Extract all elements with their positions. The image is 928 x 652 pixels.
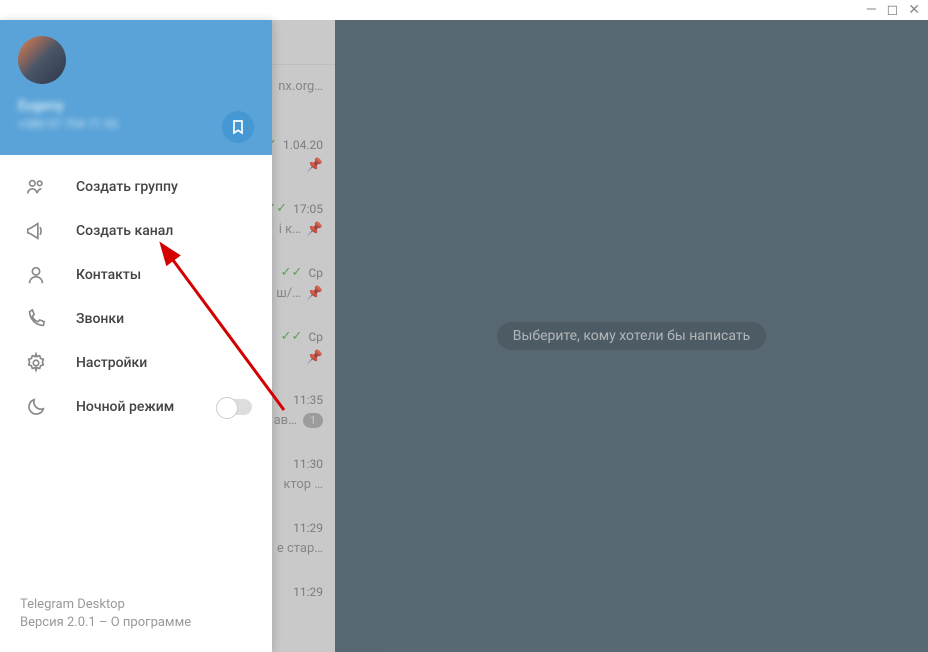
menu-label: Звонки <box>76 311 252 327</box>
menu-new-channel[interactable]: Создать канал <box>0 209 272 253</box>
menu-label: Контакты <box>76 267 252 283</box>
menu-label: Настройки <box>76 355 252 371</box>
maximize-button[interactable]: ◻ <box>887 2 899 18</box>
user-phone: +380 97 794 71 95 <box>18 117 254 131</box>
moon-icon <box>24 395 48 419</box>
menu-label: Ночной режим <box>76 399 218 415</box>
menu-settings[interactable]: Настройки <box>0 341 272 385</box>
version-text: Версия 2.0.1 – <box>20 615 111 630</box>
menu-new-group[interactable]: Создать группу <box>0 165 272 209</box>
saved-messages-button[interactable] <box>222 111 254 143</box>
close-button[interactable]: ✕ <box>908 2 920 18</box>
minimize-button[interactable]: — <box>866 2 877 18</box>
about-link[interactable]: О программе <box>111 615 191 630</box>
drawer-header: Eugeny +380 97 794 71 95 <box>0 20 272 155</box>
user-name: Eugeny <box>18 98 254 114</box>
night-mode-toggle[interactable] <box>218 399 252 415</box>
menu-night-mode[interactable]: Ночной режим <box>0 385 272 429</box>
drawer-menu: Создать группу Создать канал Контакты Зв… <box>0 155 272 582</box>
group-icon <box>24 175 48 199</box>
menu-label: Создать канал <box>76 223 252 239</box>
avatar[interactable] <box>18 36 66 84</box>
bookmark-icon <box>230 119 246 135</box>
megaphone-icon <box>24 219 48 243</box>
drawer: Eugeny +380 97 794 71 95 Создать группу … <box>0 20 272 652</box>
menu-calls[interactable]: Звонки <box>0 297 272 341</box>
phone-icon <box>24 307 48 331</box>
titlebar: — ◻ ✕ <box>0 0 928 20</box>
menu-label: Создать группу <box>76 179 252 195</box>
person-icon <box>24 263 48 287</box>
drawer-footer: Telegram Desktop Версия 2.0.1 – О програ… <box>0 582 272 652</box>
menu-contacts[interactable]: Контакты <box>0 253 272 297</box>
gear-icon <box>24 351 48 375</box>
app-name: Telegram Desktop <box>20 596 252 614</box>
